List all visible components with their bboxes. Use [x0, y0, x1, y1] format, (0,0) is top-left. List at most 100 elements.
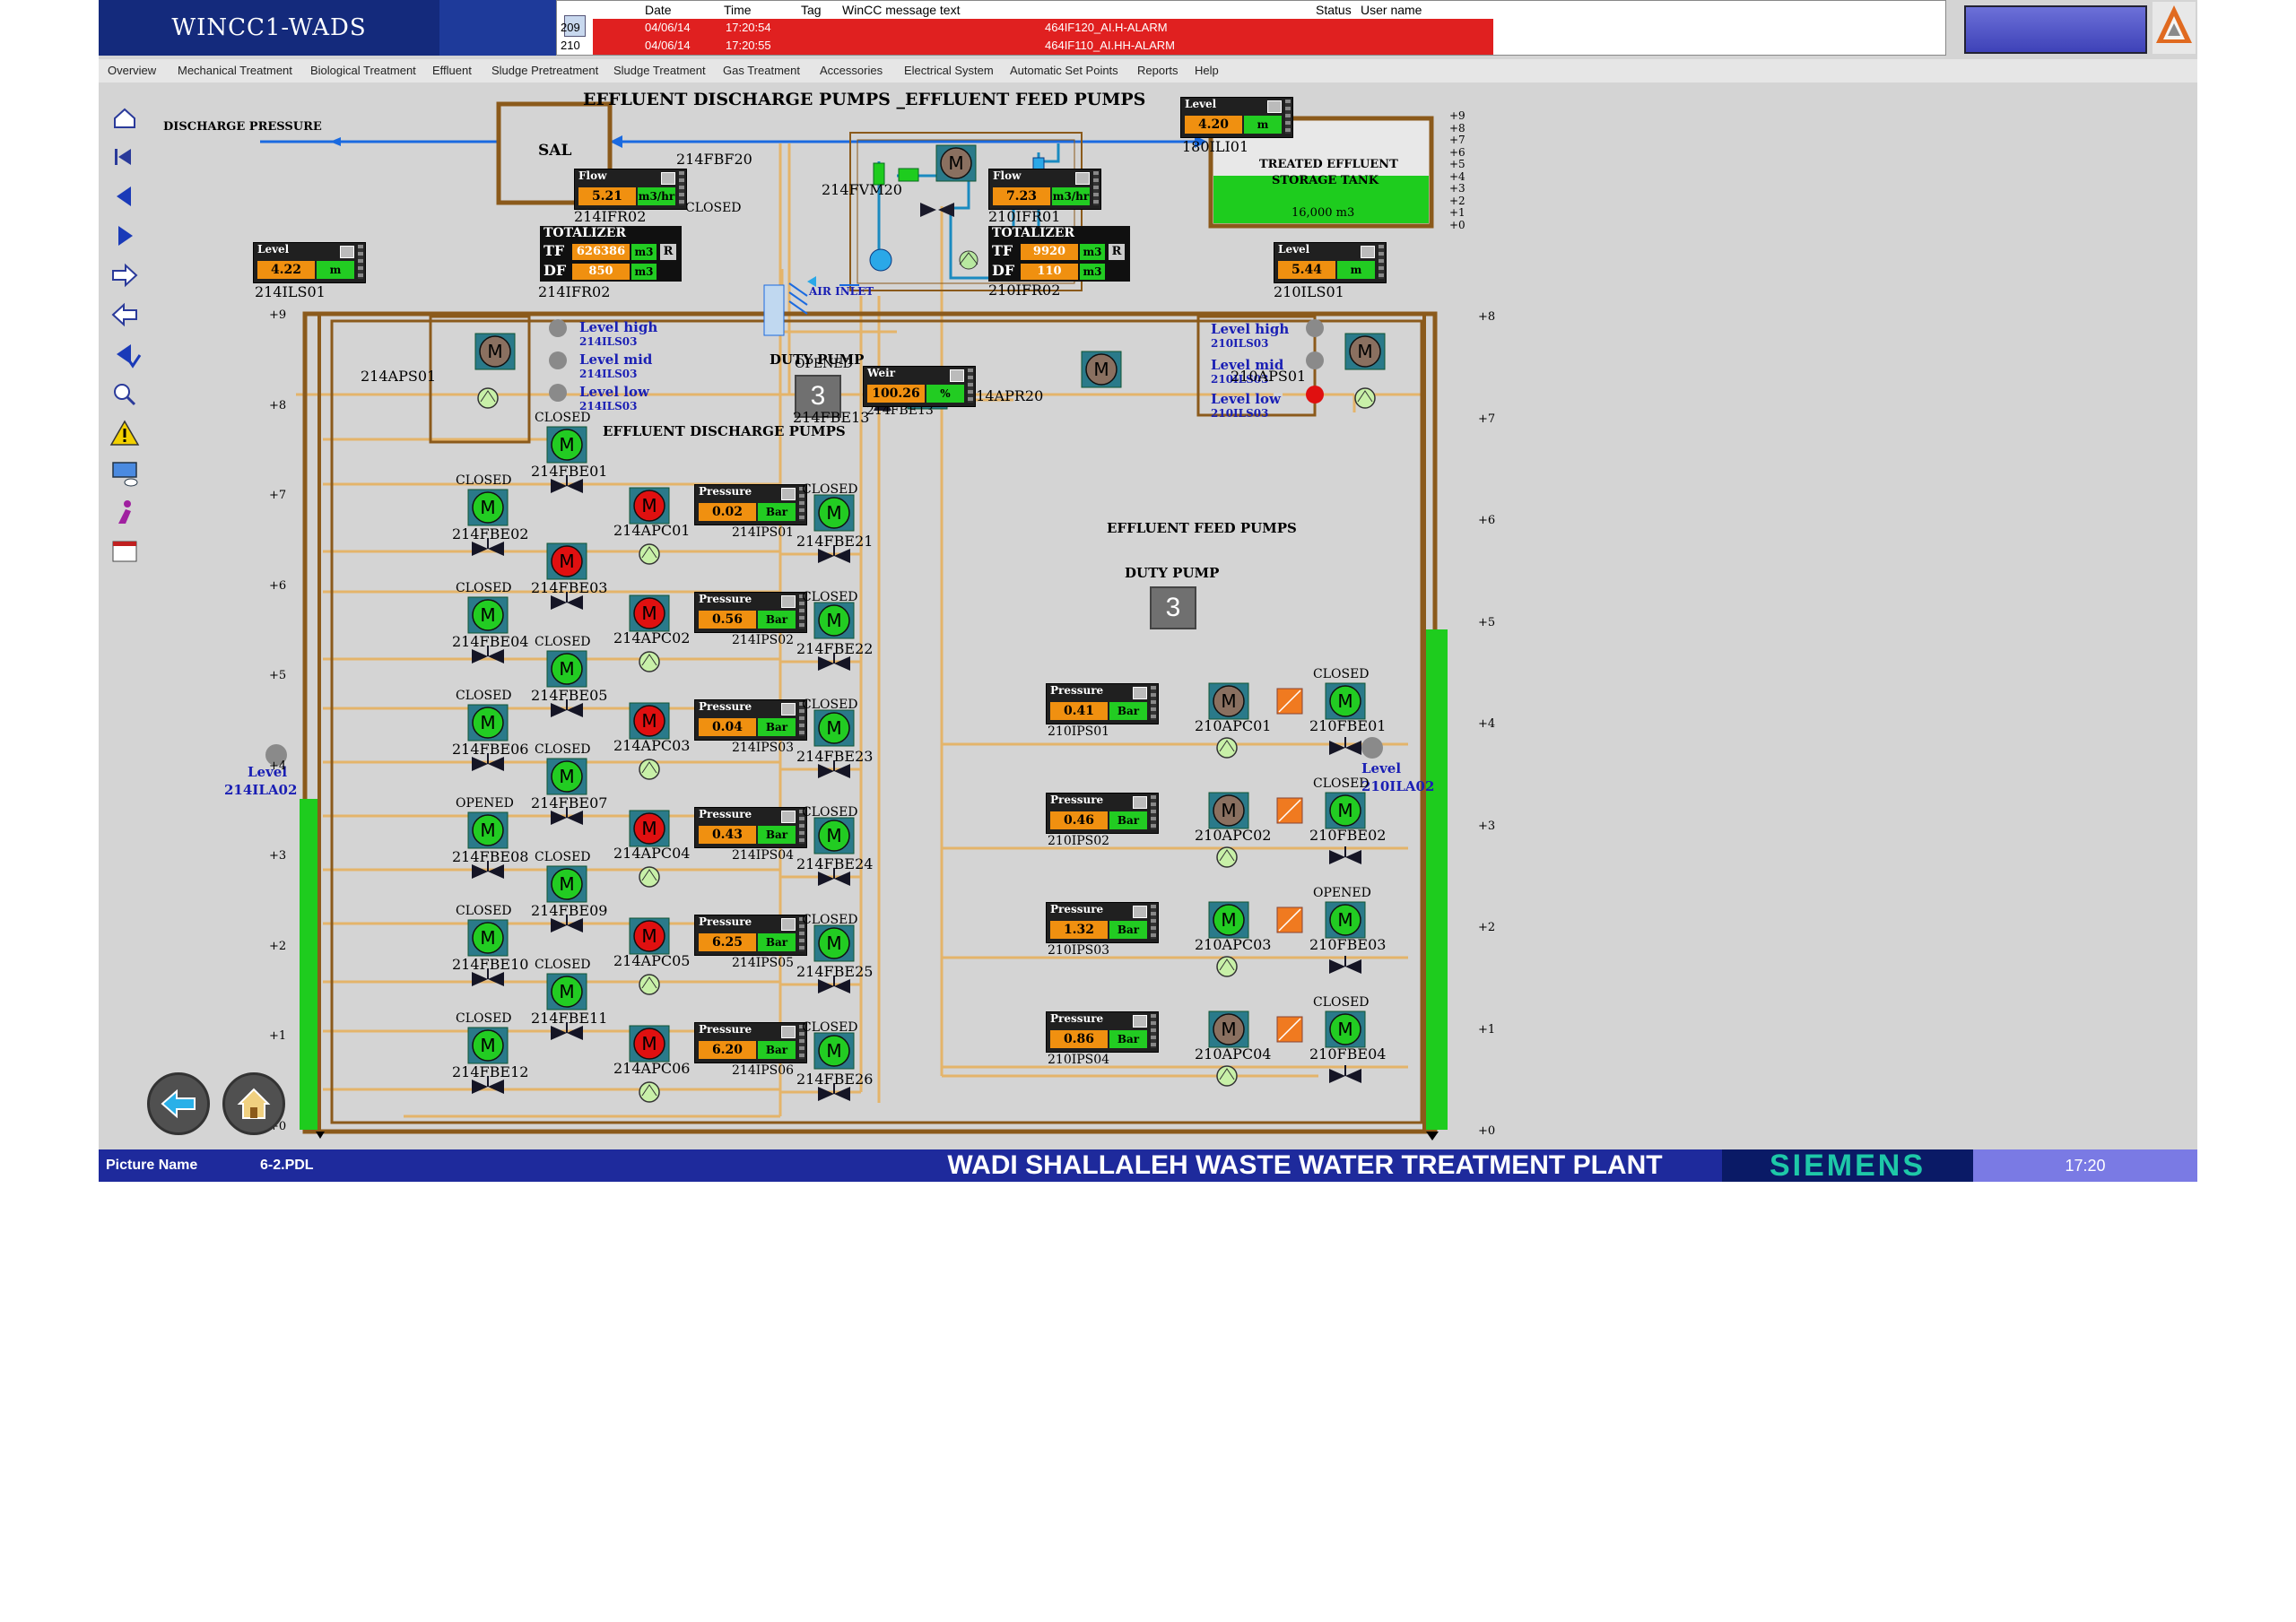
valve-tag: 214FBE21 [796, 533, 874, 550]
valve-actuator-motor[interactable]: M [546, 758, 587, 795]
trend-icon[interactable] [1075, 172, 1090, 185]
trend-icon[interactable] [1133, 796, 1147, 809]
valve-tag: 214FBE04 [452, 633, 529, 650]
valve-actuator-motor[interactable]: M [467, 704, 509, 742]
svg-text:M: M [826, 1040, 841, 1062]
pressure-meter[interactable]: Pressure 0.04 Bar [694, 699, 807, 741]
discharge-pump-motor[interactable]: M [629, 487, 670, 525]
vfd-icon[interactable] [1276, 797, 1303, 824]
vfd-icon[interactable] [1276, 906, 1303, 933]
tag-label: 214FBE13 [793, 409, 870, 426]
valve-actuator-motor[interactable]: M [467, 489, 509, 526]
vfd-icon[interactable] [1276, 1016, 1303, 1043]
meter-value: 0.46 [1050, 811, 1108, 829]
pressure-meter[interactable]: Pressure 6.20 Bar [694, 1022, 807, 1063]
discharge-valve-motor[interactable]: M [813, 494, 855, 532]
pressure-meter[interactable]: Pressure 0.43 Bar [694, 807, 807, 848]
level-meter[interactable]: Level 4.22 m [253, 242, 366, 283]
pressure-meter[interactable]: Pressure 0.86 Bar [1046, 1011, 1159, 1053]
trend-icon[interactable] [781, 1026, 796, 1038]
valve-actuator-motor[interactable]: M [467, 1027, 509, 1064]
discharge-pump-motor[interactable]: M [629, 917, 670, 955]
feed-valve-motor[interactable]: M [1325, 682, 1366, 720]
trend-icon[interactable] [340, 246, 354, 258]
valve-actuator-motor[interactable]: M [546, 973, 587, 1010]
pressure-meter[interactable]: Pressure 1.32 Bar [1046, 902, 1159, 943]
trend-icon[interactable] [1361, 246, 1375, 258]
totalizer-reset-button[interactable]: R [660, 244, 676, 260]
discharge-pump-motor[interactable]: M [629, 1025, 670, 1063]
valve-state: CLOSED [456, 1011, 512, 1026]
motor-apr20[interactable]: M [1081, 351, 1122, 388]
discharge-valve-motor[interactable]: M [813, 1032, 855, 1070]
feed-valve-motor[interactable]: M [1325, 1010, 1366, 1048]
feed-duty-pump-number[interactable]: 3 [1150, 586, 1196, 629]
trend-icon[interactable] [661, 172, 675, 185]
motor-fvm20[interactable]: M [935, 144, 977, 182]
flow-meter[interactable]: Flow 5.21 m3/hr [574, 169, 687, 210]
pressure-meter[interactable]: Pressure 6.25 Bar [694, 915, 807, 956]
valve-actuator-motor[interactable]: M [467, 596, 509, 634]
trend-icon[interactable] [781, 488, 796, 500]
weir-meter[interactable]: Weir 100.26 % [863, 366, 976, 407]
discharge-valve-motor[interactable]: M [813, 602, 855, 639]
discharge-valve-motor[interactable]: M [813, 817, 855, 854]
discharge-pump-motor[interactable]: M [629, 702, 670, 740]
trend-icon[interactable] [781, 595, 796, 608]
trend-icon[interactable] [1267, 100, 1282, 113]
motor-aps01-right[interactable]: M [1344, 333, 1386, 370]
vfd-icon[interactable] [1276, 688, 1303, 715]
trend-icon[interactable] [1133, 1015, 1147, 1028]
motor-aps01-left[interactable]: M [474, 333, 516, 370]
meter-unit: m [1337, 261, 1375, 279]
trend-icon[interactable] [781, 918, 796, 931]
home-button[interactable] [222, 1072, 285, 1135]
trend-icon[interactable] [1133, 687, 1147, 699]
pressure-meter[interactable]: Pressure 0.02 Bar [694, 484, 807, 525]
valve-actuator-motor[interactable]: M [546, 650, 587, 688]
valve-actuator-motor[interactable]: M [546, 426, 587, 464]
trend-icon[interactable] [950, 369, 964, 382]
valve-actuator-motor[interactable]: M [546, 542, 587, 580]
level-switch-high-indicator [1306, 319, 1324, 337]
discharge-pump-motor[interactable]: M [629, 810, 670, 847]
trend-icon[interactable] [781, 811, 796, 823]
pressure-meter[interactable]: Pressure 0.41 Bar [1046, 683, 1159, 724]
valve-state: OPENED [456, 796, 514, 811]
check-valve-icon [1216, 956, 1238, 977]
valve-actuator-motor[interactable]: M [467, 811, 509, 849]
flow-meter[interactable]: Flow 7.23 m3/hr [988, 169, 1101, 210]
back-button[interactable] [147, 1072, 210, 1135]
svg-text:M: M [559, 434, 574, 455]
meter-bar [1093, 171, 1099, 205]
meter-unit: Bar [758, 503, 796, 521]
level-meter[interactable]: Level 5.44 m [1274, 242, 1387, 283]
feed-valve-motor[interactable]: M [1325, 901, 1366, 939]
valve-actuator-motor[interactable]: M [546, 865, 587, 903]
discharge-valve-motor[interactable]: M [813, 709, 855, 747]
feed-pump-motor[interactable]: M [1208, 792, 1249, 829]
pressure-meter[interactable]: Pressure 0.56 Bar [694, 592, 807, 633]
feed-pump-motor[interactable]: M [1208, 682, 1249, 720]
discharge-pressure-label: DISCHARGE PRESSURE [163, 120, 322, 134]
feed-pump-motor[interactable]: M [1208, 901, 1249, 939]
trend-icon[interactable] [1133, 906, 1147, 918]
tank-level-meter[interactable]: Level 4.20 m [1180, 97, 1293, 138]
valve-actuator-motor[interactable]: M [467, 919, 509, 957]
feed-pump-motor[interactable]: M [1208, 1010, 1249, 1048]
level-switch-mid-indicator [1306, 351, 1324, 369]
pressure-meter[interactable]: Pressure 0.46 Bar [1046, 793, 1159, 834]
feed-valve-motor[interactable]: M [1325, 792, 1366, 829]
totalizer[interactable]: TOTALIZER TF 626386 m3 R DF 850 m3 [540, 226, 682, 282]
valve-tag: 210FBE02 [1309, 827, 1387, 844]
check-valve-icon [1216, 737, 1238, 759]
meter-bar [1285, 100, 1291, 134]
sal-label[interactable]: SAL [538, 142, 571, 160]
discharge-valve-motor[interactable]: M [813, 924, 855, 962]
totalizer-reset-button[interactable]: R [1109, 244, 1125, 260]
trend-icon[interactable] [781, 703, 796, 716]
valve-tag: 214FBE03 [531, 579, 608, 596]
butterfly-valve-icon[interactable] [1329, 737, 1361, 755]
totalizer[interactable]: TOTALIZER TF 9920 m3 R DF 110 m3 [988, 226, 1130, 282]
discharge-pump-motor[interactable]: M [629, 594, 670, 632]
